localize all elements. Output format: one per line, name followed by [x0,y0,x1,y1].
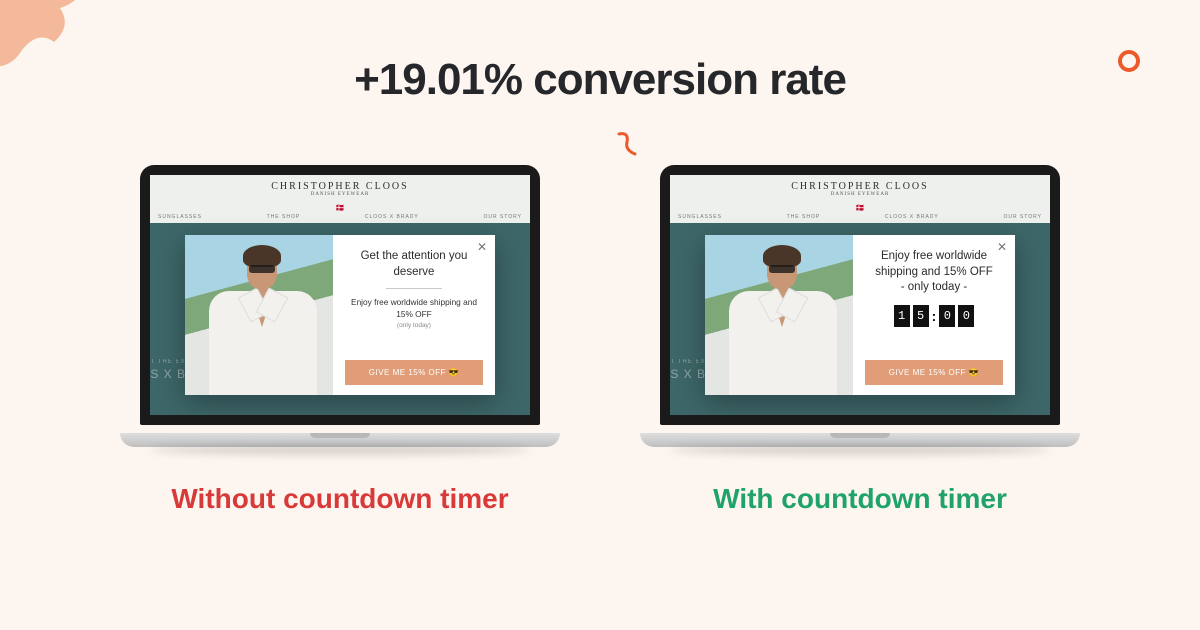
timer-colon: : [932,305,937,327]
brand-tagline: DANISH EYEWEAR [670,192,1050,197]
countdown-timer: 1 5 : 0 0 [865,305,1003,327]
site-viewport: CHRISTOPHER CLOOS DANISH EYEWEAR 🇩🇰 SUNG… [670,175,1050,415]
laptop-screen: CHRISTOPHER CLOOS DANISH EYEWEAR 🇩🇰 SUNG… [140,165,540,425]
site-header: CHRISTOPHER CLOOS DANISH EYEWEAR 🇩🇰 SUNG… [150,175,530,223]
popup-image [185,235,333,395]
flag-icon: 🇩🇰 [336,204,345,212]
brand-name: CHRISTOPHER CLOOS [670,181,1050,192]
timer-digit: 1 [894,305,910,327]
brand-name: CHRISTOPHER CLOOS [150,181,530,192]
promo-popup: ✕ Enjoy free worldwide shipping and 15% … [705,235,1015,395]
popup-discount: 15% OFF [396,309,432,319]
popup-copy: Enjoy free worldwide shipping and 15% OF… [345,297,483,320]
nav-link[interactable]: CLOOS X BRADY [885,214,939,220]
promo-popup: ✕ Get the attention you deserve Enjoy fr… [185,235,495,395]
popup-copy-line: Enjoy free worldwide shipping and [351,297,477,307]
laptop-mockup: CHRISTOPHER CLOOS DANISH EYEWEAR 🇩🇰 SUNG… [120,165,560,455]
divider [386,288,442,289]
nav-link[interactable]: OUR STORY [1003,214,1042,220]
timer-digit: 0 [958,305,974,327]
sunglasses-icon: 😎 [449,368,459,377]
sunglasses-icon: 😎 [969,368,979,377]
popup-title-line: - only today - [901,281,967,293]
headline: +19.01% conversion rate [0,55,1200,105]
cta-button[interactable]: GIVE ME 15% OFF 😎 [345,360,483,385]
site-viewport: CHRISTOPHER CLOOS DANISH EYEWEAR 🇩🇰 SUNG… [150,175,530,415]
popup-fineprint: (only today) [345,322,483,329]
comparison-stage: CHRISTOPHER CLOOS DANISH EYEWEAR 🇩🇰 SUNG… [0,165,1200,515]
timer-digit: 0 [939,305,955,327]
site-nav: SUNGLASSES THE SHOP CLOOS X BRADY OUR ST… [150,214,530,220]
cta-label: GIVE ME 15% OFF [889,368,966,377]
nav-link[interactable]: CLOOS X BRADY [365,214,419,220]
nav-link[interactable]: THE SHOP [267,214,301,220]
variant-with-timer: CHRISTOPHER CLOOS DANISH EYEWEAR 🇩🇰 SUNG… [640,165,1080,515]
variant-without-timer: CHRISTOPHER CLOOS DANISH EYEWEAR 🇩🇰 SUNG… [120,165,560,515]
laptop-shadow [150,445,530,455]
nav-link[interactable]: THE SHOP [787,214,821,220]
popup-image [705,235,853,395]
nav-link[interactable]: SUNGLASSES [678,214,722,220]
popup-title: Enjoy free worldwide shipping and 15% OF… [865,249,1003,296]
flag-icon: 🇩🇰 [856,204,865,212]
caption-without-timer: Without countdown timer [171,483,508,515]
popup-title-line: shipping and 15% OFF [875,266,993,278]
popup-body: ✕ Get the attention you deserve Enjoy fr… [333,235,495,395]
laptop-screen: CHRISTOPHER CLOOS DANISH EYEWEAR 🇩🇰 SUNG… [660,165,1060,425]
site-header: CHRISTOPHER CLOOS DANISH EYEWEAR 🇩🇰 SUNG… [670,175,1050,223]
close-icon[interactable]: ✕ [997,241,1007,253]
decorative-squiggle [615,130,639,158]
brand-tagline: DANISH EYEWEAR [150,192,530,197]
nav-link[interactable]: OUR STORY [483,214,522,220]
popup-title: Get the attention you deserve [345,249,483,280]
cta-button[interactable]: GIVE ME 15% OFF 😎 [865,360,1003,385]
popup-body: ✕ Enjoy free worldwide shipping and 15% … [853,235,1015,395]
laptop-shadow [670,445,1050,455]
caption-with-timer: With countdown timer [713,483,1007,515]
close-icon[interactable]: ✕ [477,241,487,253]
site-nav: SUNGLASSES THE SHOP CLOOS X BRADY OUR ST… [670,214,1050,220]
popup-title-line: Enjoy free worldwide [881,250,987,262]
nav-link[interactable]: SUNGLASSES [158,214,202,220]
timer-digit: 5 [913,305,929,327]
cta-label: GIVE ME 15% OFF [369,368,446,377]
laptop-mockup: CHRISTOPHER CLOOS DANISH EYEWEAR 🇩🇰 SUNG… [640,165,1080,455]
